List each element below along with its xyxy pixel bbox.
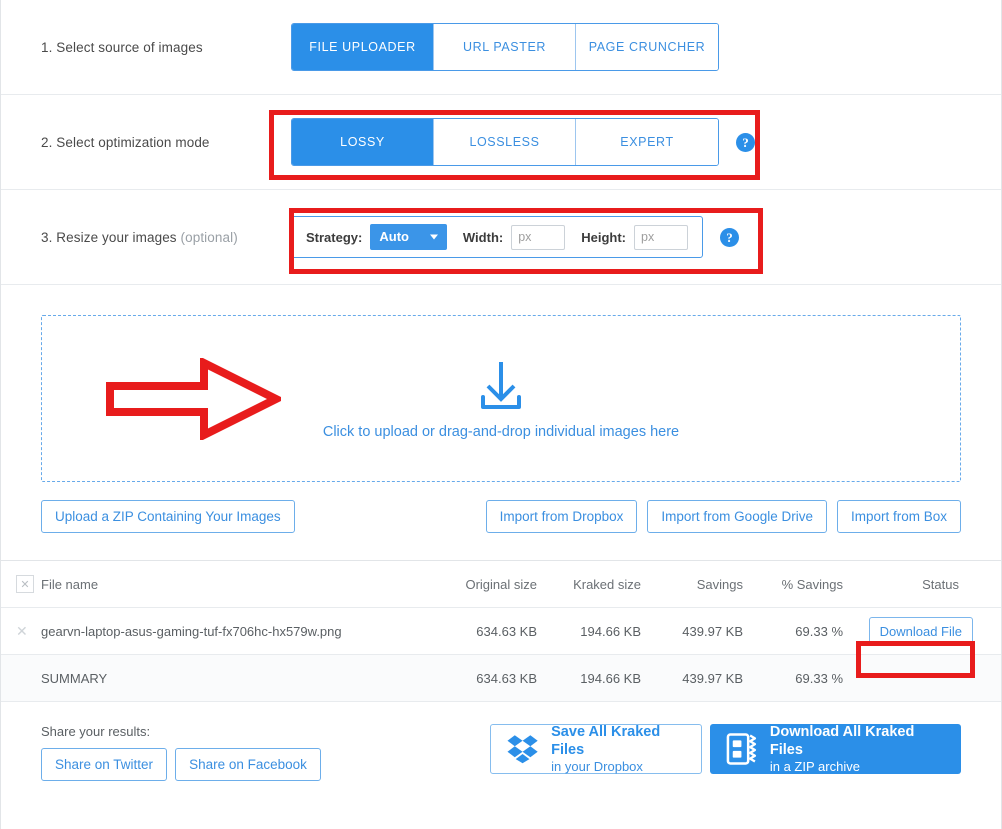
close-icon[interactable]: ✕ xyxy=(16,623,28,639)
width-label: Width: xyxy=(462,229,504,245)
header-savings: Savings xyxy=(696,576,743,592)
cell-savings: 439.97 KB xyxy=(682,623,743,639)
download-all-zip-button[interactable]: Download All Kraked Files in a ZIP archi… xyxy=(710,724,961,774)
step-3-resize: 3. Resize your images (optional) Strateg… xyxy=(1,190,1001,285)
tab-url-paster[interactable]: URL PASTER xyxy=(434,24,576,70)
header-file-name: File name xyxy=(41,576,99,592)
import-box-button[interactable]: Import from Box xyxy=(836,500,961,533)
header-pct-savings: % Savings xyxy=(781,576,843,592)
step-1-select-source: 1. Select source of images FILE UPLOADER… xyxy=(1,0,1001,95)
dropbox-button-text: Save All Kraked Files in your Dropbox xyxy=(551,723,685,776)
step-3-label-text: 3. Resize your images xyxy=(41,229,177,245)
download-file-button[interactable]: Download File xyxy=(868,616,973,646)
share-buttons: Share on Twitter Share on Facebook xyxy=(41,748,321,781)
summary-label: SUMMARY xyxy=(41,670,108,686)
results-table: ✕ File name Original size Kraked size Sa… xyxy=(1,560,1001,702)
resize-panel: Strategy: Auto Width: Height: xyxy=(291,216,703,258)
clear-all-cell: ✕ xyxy=(1,575,39,593)
dropbox-button-subtitle: in your Dropbox xyxy=(551,759,643,774)
cell-kraked-size: 194.66 KB xyxy=(580,623,641,639)
tab-file-uploader[interactable]: FILE UPLOADER xyxy=(292,24,434,70)
summary-savings: 439.97 KB xyxy=(682,670,743,686)
import-google-drive-button[interactable]: Import from Google Drive xyxy=(647,500,827,533)
mode-expert[interactable]: EXPERT xyxy=(576,119,718,165)
zip-archive-icon xyxy=(726,733,757,765)
step-2-label-text: 2. Select optimization mode xyxy=(41,134,210,150)
cell-status: Download File xyxy=(843,616,1001,646)
mode-lossless[interactable]: LOSSLESS xyxy=(434,119,576,165)
height-label: Height: xyxy=(581,229,626,245)
table-row: ✕ gearvn-laptop-asus-gaming-tuf-fx706hc-… xyxy=(1,608,1001,655)
cell-file-name: gearvn-laptop-asus-gaming-tuf-fx706hc-hx… xyxy=(41,623,342,639)
strategy-select-value: Auto xyxy=(379,229,409,244)
file-dropzone[interactable]: Click to upload or drag-and-drop individ… xyxy=(41,315,961,482)
share-section: Share your results: Share on Twitter Sha… xyxy=(41,724,321,781)
summary-kraked-size: 194.66 KB xyxy=(580,670,641,686)
header-original-size: Original size xyxy=(465,576,537,592)
bulk-action-buttons: Save All Kraked Files in your Dropbox Do… xyxy=(490,724,961,774)
header-status: Status xyxy=(922,576,959,592)
zip-button-subtitle: in a ZIP archive xyxy=(769,759,860,774)
dropbox-icon xyxy=(507,735,538,764)
strategy-label: Strategy: xyxy=(306,229,363,245)
kraken-optimizer-page: 1. Select source of images FILE UPLOADER… xyxy=(0,0,1002,829)
summary-original-size: 634.63 KB xyxy=(476,670,537,686)
source-segmented-group: FILE UPLOADER URL PASTER PAGE CRUNCHER xyxy=(291,23,719,71)
tab-page-cruncher[interactable]: PAGE CRUNCHER xyxy=(576,24,718,70)
share-facebook-button[interactable]: Share on Facebook xyxy=(175,748,321,781)
help-icon-optimization-mode[interactable]: ? xyxy=(736,132,755,152)
strategy-select[interactable]: Auto xyxy=(370,224,447,250)
zip-button-title: Download All Kraked Files xyxy=(769,723,915,758)
dropzone-label: Click to upload or drag-and-drop individ… xyxy=(322,423,680,440)
step-2-label: 2. Select optimization mode xyxy=(1,135,291,150)
share-title: Share your results: xyxy=(41,724,151,739)
height-input[interactable] xyxy=(634,224,688,250)
cell-original-size: 634.63 KB xyxy=(476,623,537,639)
import-buttons-row: Upload a ZIP Containing Your Images Impo… xyxy=(1,482,1001,533)
share-footer: Share your results: Share on Twitter Sha… xyxy=(1,702,1001,781)
step-2-optimization-mode: 2. Select optimization mode LOSSY LOSSLE… xyxy=(1,95,1001,190)
share-twitter-button[interactable]: Share on Twitter xyxy=(41,748,168,781)
summary-pct-savings: 69.33 % xyxy=(795,670,843,686)
step-1-label: 1. Select source of images xyxy=(1,40,291,55)
table-header-row: ✕ File name Original size Kraked size Sa… xyxy=(1,561,1001,608)
dropzone-content: Click to upload or drag-and-drop individ… xyxy=(323,358,679,440)
download-arrow-icon xyxy=(480,361,521,409)
save-to-dropbox-button[interactable]: Save All Kraked Files in your Dropbox xyxy=(490,724,702,774)
cell-pct-savings: 69.33 % xyxy=(795,623,843,639)
step-3-label: 3. Resize your images (optional) xyxy=(1,230,291,245)
step-3-optional-text: (optional) xyxy=(180,229,238,245)
table-summary-row: SUMMARY 634.63 KB 194.66 KB 439.97 KB 69… xyxy=(1,655,1001,702)
dropzone-section: Click to upload or drag-and-drop individ… xyxy=(1,285,1001,482)
zip-button-text: Download All Kraked Files in a ZIP archi… xyxy=(770,723,945,776)
chevron-down-icon xyxy=(429,234,438,240)
row-remove-cell: ✕ xyxy=(1,623,39,640)
width-input[interactable] xyxy=(511,224,566,250)
help-icon-resize[interactable]: ? xyxy=(720,227,739,247)
step-1-label-text: 1. Select source of images xyxy=(41,39,203,55)
upload-zip-button[interactable]: Upload a ZIP Containing Your Images xyxy=(41,500,295,533)
annotation-red-arrow-icon xyxy=(106,358,281,440)
dropbox-button-title: Save All Kraked Files xyxy=(551,723,661,758)
mode-segmented-group: LOSSY LOSSLESS EXPERT xyxy=(291,118,719,166)
mode-lossy[interactable]: LOSSY xyxy=(292,119,434,165)
close-icon[interactable]: ✕ xyxy=(16,575,34,593)
import-dropbox-button[interactable]: Import from Dropbox xyxy=(485,500,638,533)
header-kraked-size: Kraked size xyxy=(573,576,641,592)
